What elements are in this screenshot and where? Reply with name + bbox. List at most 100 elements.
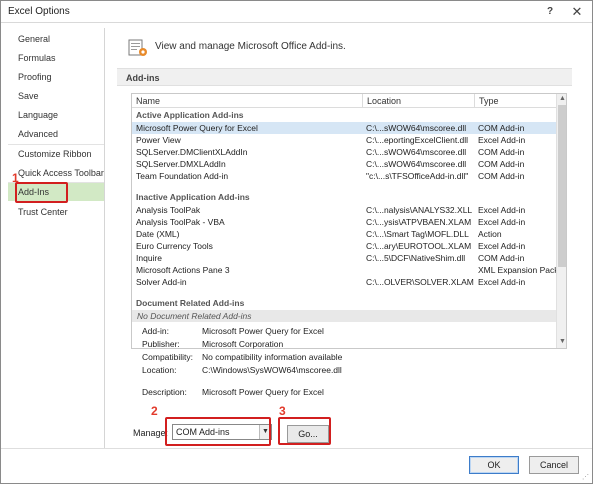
cell-type: Action [478, 229, 502, 239]
highlight-add-ins [15, 182, 68, 203]
sidebar-item-quick-access-toolbar[interactable]: Quick Access Toolbar [8, 164, 104, 182]
detail-row: Add-in: Microsoft Power Query for Excel [142, 326, 562, 338]
detail-row: Location: C:\Windows\SysWOW64\mscoree.dl… [142, 365, 562, 377]
cell-name: Microsoft Actions Pane 3 [136, 265, 230, 275]
sidebar-item-trust-center[interactable]: Trust Center [8, 203, 104, 221]
column-header-location[interactable]: Location [367, 96, 401, 106]
table-row[interactable]: SQLServer.DMClientXLAddIn C:\...sWOW64\m… [132, 146, 556, 158]
cell-type: Excel Add-in [478, 135, 526, 145]
table-row[interactable]: Inquire C:\...5\DCF\NativeShim.dll COM A… [132, 252, 556, 264]
cell-location: "c:\...s\TFSOfficeAdd-in.dll" [366, 171, 469, 181]
cell-location: C:\...OLVER\SOLVER.XLAM [366, 277, 474, 287]
table-row[interactable]: Analysis ToolPak C:\...nalysis\ANALYS32.… [132, 204, 556, 216]
column-divider[interactable] [362, 94, 363, 108]
scroll-up-icon[interactable]: ▲ [558, 94, 566, 104]
sidebar-item-customize-ribbon[interactable]: Customize Ribbon [8, 145, 104, 163]
cell-name: Power View [136, 135, 181, 145]
detail-value: C:\Windows\SysWOW64\mscoree.dll [202, 365, 342, 375]
detail-label: Compatibility: [142, 352, 194, 362]
detail-label: Description: [142, 387, 187, 397]
detail-value: Microsoft Power Query for Excel [202, 326, 324, 336]
sidebar-item-general[interactable]: General [8, 30, 104, 48]
table-row[interactable]: Euro Currency Tools C:\...ary\EUROTOOL.X… [132, 240, 556, 252]
empty-group-text: No Document Related Add-ins [137, 311, 252, 321]
main-panel: View and manage Microsoft Office Add-ins… [113, 28, 578, 449]
marker-3: 3 [279, 404, 286, 418]
cell-name: SQLServer.DMClientXLAddIn [136, 147, 248, 157]
cell-name: SQLServer.DMXLAddIn [136, 159, 226, 169]
section-bar: Add-ins [117, 68, 572, 86]
group-title: Inactive Application Add-ins [136, 192, 250, 202]
sidebar-item-save[interactable]: Save [8, 87, 104, 105]
table-row[interactable]: Power View C:\...eportingExcelClient.dll… [132, 134, 556, 146]
cell-location: C:\...nalysis\ANALYS32.XLL [366, 205, 473, 215]
title-bar: Excel Options ? ✕ [1, 1, 592, 23]
cell-location: C:\...sWOW64\mscoree.dll [366, 159, 467, 169]
sidebar-item-formulas[interactable]: Formulas [8, 49, 104, 67]
resize-grip-icon[interactable]: ⋰ [582, 473, 590, 481]
group-title: Document Related Add-ins [136, 298, 245, 308]
table-row[interactable]: Date (XML) C:\...\Smart Tag\MOFL.DLL Act… [132, 228, 556, 240]
column-header-type[interactable]: Type [479, 96, 499, 106]
cell-type: COM Add-in [478, 123, 525, 133]
table-row[interactable]: Microsoft Power Query for Excel C:\...sW… [132, 122, 556, 134]
cell-name: Solver Add-in [136, 277, 187, 287]
table-scrollbar[interactable]: ▲ ▼ [556, 94, 566, 348]
cell-type: COM Add-in [478, 159, 525, 169]
detail-row: Description: Microsoft Power Query for E… [142, 387, 562, 399]
cell-location: C:\...\Smart Tag\MOFL.DLL [366, 229, 469, 239]
cell-name: Team Foundation Add-in [136, 171, 229, 181]
cancel-button[interactable]: Cancel [529, 456, 579, 474]
table-header: Name Location Type [132, 94, 556, 108]
marker-2: 2 [151, 404, 158, 418]
cell-name: Analysis ToolPak - VBA [136, 217, 225, 227]
cell-name: Date (XML) [136, 229, 180, 239]
detail-value: Microsoft Corporation [202, 339, 284, 349]
add-ins-gear-icon [128, 39, 147, 56]
highlight-manage-select [165, 417, 271, 446]
group-title: Active Application Add-ins [136, 110, 244, 120]
highlight-go-button [278, 417, 331, 445]
cell-type: XML Expansion Pack [478, 265, 559, 275]
table-row[interactable]: Team Foundation Add-in "c:\...s\TFSOffic… [132, 170, 556, 182]
cell-location: C:\...ysis\ATPVBAEN.XLAM [366, 217, 472, 227]
sidebar-item-advanced[interactable]: Advanced [8, 125, 104, 143]
section-title: Add-ins [126, 73, 160, 83]
cell-name: Euro Currency Tools [136, 241, 213, 251]
column-divider[interactable] [474, 94, 475, 108]
detail-label: Location: [142, 365, 177, 375]
header-text: View and manage Microsoft Office Add-ins… [155, 41, 346, 52]
cell-type: COM Add-in [478, 253, 525, 263]
table-row[interactable]: Microsoft Actions Pane 3 XML Expansion P… [132, 264, 559, 276]
cell-name: Analysis ToolPak [136, 205, 201, 215]
cell-type: Excel Add-in [478, 205, 526, 215]
scroll-thumb[interactable] [558, 105, 566, 267]
cell-location: C:\...5\DCF\NativeShim.dll [366, 253, 466, 263]
table-row[interactable]: SQLServer.DMXLAddIn C:\...sWOW64\mscoree… [132, 158, 556, 170]
cell-type: Excel Add-in [478, 217, 526, 227]
column-header-name[interactable]: Name [136, 96, 160, 106]
manage-label: Manage: [133, 428, 169, 438]
help-button[interactable]: ? [537, 2, 563, 21]
cell-location: C:\...sWOW64\mscoree.dll [366, 147, 467, 157]
sidebar-item-language[interactable]: Language [8, 106, 104, 124]
detail-value: Microsoft Power Query for Excel [202, 387, 324, 397]
detail-label: Add-in: [142, 326, 169, 336]
detail-row: Publisher: Microsoft Corporation [142, 339, 562, 351]
cell-type: COM Add-in [478, 171, 525, 181]
cell-type: Excel Add-in [478, 277, 526, 287]
cell-name: Microsoft Power Query for Excel [136, 123, 258, 133]
cell-location: C:\...sWOW64\mscoree.dll [366, 123, 467, 133]
table-row[interactable]: Analysis ToolPak - VBA C:\...ysis\ATPVBA… [132, 216, 556, 228]
cell-name: Inquire [136, 253, 162, 263]
ok-button[interactable]: OK [469, 456, 519, 474]
close-button[interactable]: ✕ [564, 2, 590, 21]
add-ins-table: Name Location Type Active Application Ad… [131, 93, 567, 349]
sidebar-item-proofing[interactable]: Proofing [8, 68, 104, 86]
table-row[interactable]: Solver Add-in C:\...OLVER\SOLVER.XLAM Ex… [132, 276, 556, 288]
sidebar: General Formulas Proofing Save Language … [8, 28, 105, 449]
detail-row: Compatibility: No compatibility informat… [142, 352, 562, 364]
cell-type: COM Add-in [478, 147, 525, 157]
empty-group-row: No Document Related Add-ins [132, 310, 556, 322]
cell-location: C:\...ary\EUROTOOL.XLAM [366, 241, 472, 251]
